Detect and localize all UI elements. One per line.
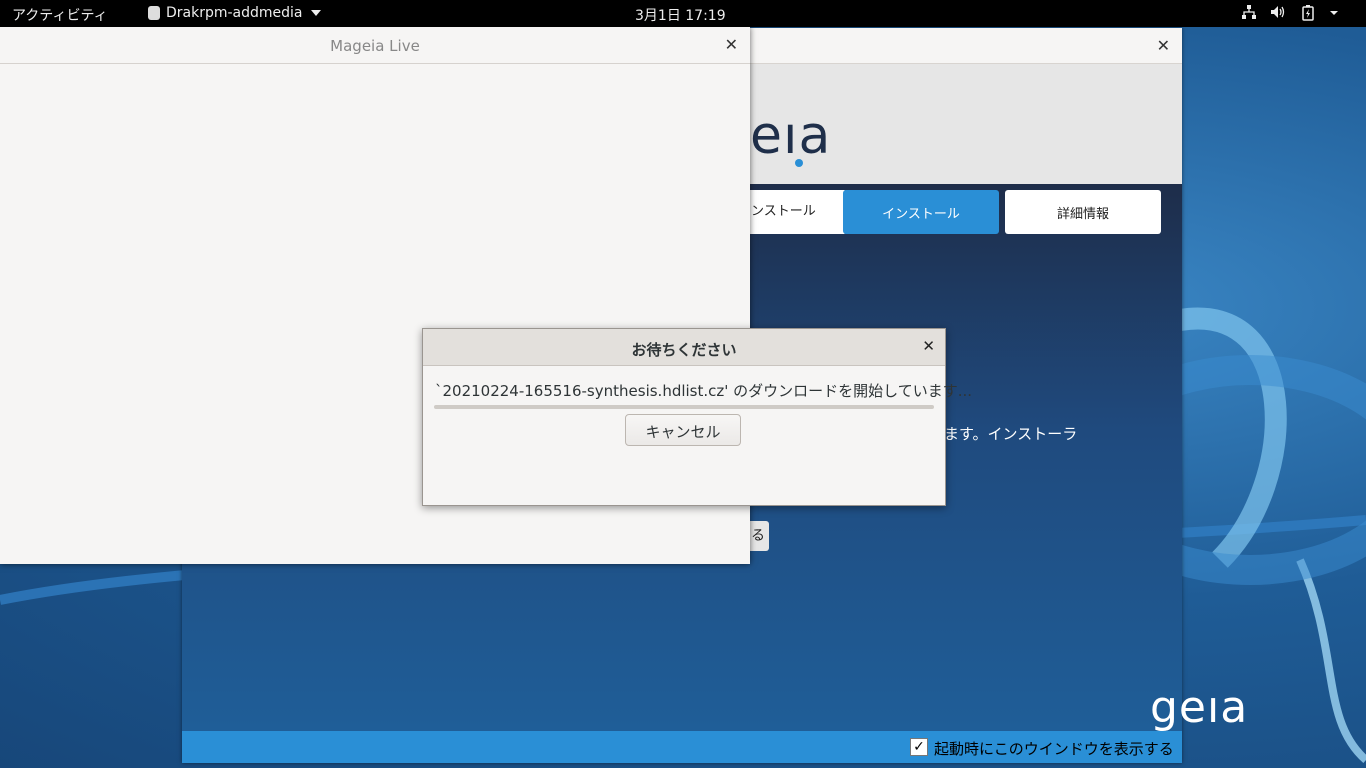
download-progress-bar [434,405,934,409]
cancel-button[interactable]: キャンセル [625,414,741,446]
battery-icon [1300,5,1316,25]
live-window-title: Mageia Live [330,37,420,55]
activities-button[interactable]: アクティビティ [12,5,108,25]
live-close-button[interactable]: ✕ [725,35,738,54]
install-button[interactable]: インストール [843,190,999,234]
more-info-button[interactable]: 詳細情報 [1005,190,1161,234]
system-tray[interactable] [1242,5,1338,25]
app-menu[interactable]: Drakrpm-addmedia [148,5,321,21]
chevron-down-icon [1330,5,1338,25]
network-icon [1242,5,1256,25]
welcome-action-button[interactable]: る [747,521,769,551]
app-icon [148,6,160,20]
dialog-titlebar: お待ちください ✕ [423,329,945,366]
dialog-close-button[interactable]: ✕ [922,337,935,355]
clock[interactable]: 3月1日 17:19 [635,5,726,25]
chevron-down-icon [310,10,321,16]
please-wait-dialog: お待ちください ✕ `20210224-165516-synthesis.hdl… [422,328,972,506]
live-titlebar: Mageia Live ✕ [0,27,750,64]
welcome-footer: ✓ 起動時にこのウインドウを表示する [182,731,1182,763]
show-on-startup-label: 起動時にこのウインドウを表示する [934,740,1174,758]
show-on-startup-checkbox[interactable]: ✓ [910,738,928,756]
mageia-logo: eıa [750,106,832,166]
wallpaper-mageia-logo: geıa [1150,682,1249,733]
welcome-close-button[interactable]: ✕ [1157,36,1170,55]
app-menu-label: Drakrpm-addmedia [166,5,303,21]
welcome-body-text: ます。インストーラ [944,425,1078,443]
logo-dot [795,159,803,167]
volume-icon [1270,5,1286,25]
top-bar: アクティビティ Drakrpm-addmedia 3月1日 17:19 [0,0,1366,27]
dialog-title: お待ちください [631,341,737,359]
download-message: `20210224-165516-synthesis.hdlist.cz' のダ… [435,382,973,400]
